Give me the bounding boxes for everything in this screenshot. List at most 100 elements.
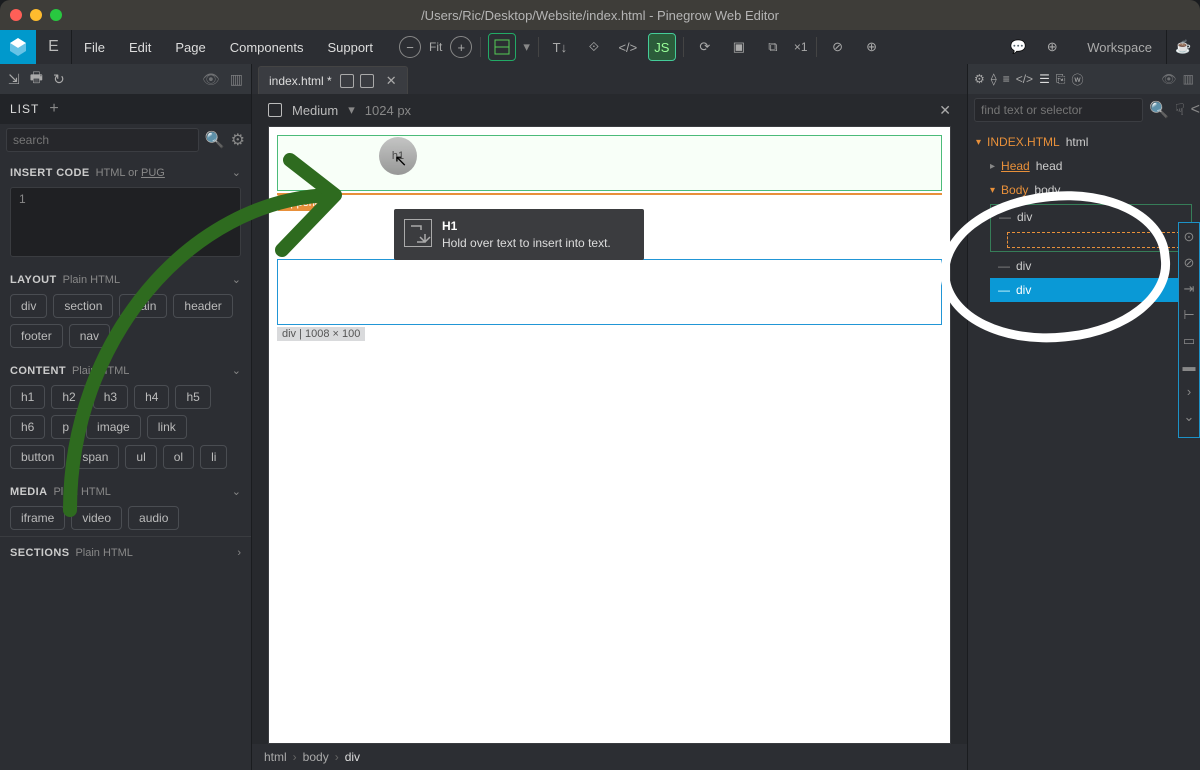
preview-icon[interactable]: ▣ bbox=[726, 34, 752, 60]
zoom-1x[interactable]: ×1 bbox=[794, 40, 808, 54]
close-viewport-icon[interactable]: ✕ bbox=[939, 102, 951, 119]
tag-ul[interactable]: ul bbox=[125, 445, 156, 469]
zoom-in-icon[interactable]: + bbox=[450, 36, 472, 58]
layout-tool-icon[interactable] bbox=[489, 34, 515, 60]
tag-span[interactable]: span bbox=[71, 445, 119, 469]
tag-h3[interactable]: h3 bbox=[93, 385, 128, 409]
globe-icon[interactable]: ⊕ bbox=[859, 34, 885, 60]
chat-icon[interactable]: 💬 bbox=[1005, 34, 1031, 60]
tag-footer[interactable]: footer bbox=[10, 324, 63, 348]
refresh-icon[interactable]: ⟳ bbox=[692, 34, 718, 60]
visibility-off-icon[interactable]: ⊘ bbox=[825, 34, 851, 60]
target-icon[interactable]: ⊙ bbox=[1184, 229, 1195, 245]
tree-div-1[interactable]: div bbox=[1017, 210, 1032, 224]
tag-p[interactable]: p bbox=[51, 415, 80, 439]
hide-icon[interactable]: ⊘ bbox=[1184, 255, 1195, 271]
tag-h1[interactable]: h1 bbox=[10, 385, 45, 409]
traffic-lights[interactable] bbox=[10, 9, 62, 21]
search-icon[interactable]: 🔍 bbox=[205, 130, 225, 150]
selector-tool-icon[interactable]: ☟ bbox=[1175, 100, 1185, 120]
library-search-input[interactable] bbox=[6, 128, 199, 152]
eye-icon[interactable]: 👁 bbox=[202, 71, 220, 88]
panel-layout-icon[interactable]: ▥ bbox=[1183, 72, 1194, 86]
box-bottom-icon[interactable]: ▬ bbox=[1183, 359, 1196, 374]
coffee-icon[interactable]: ☕ bbox=[1166, 30, 1200, 64]
tag-h2[interactable]: h2 bbox=[51, 385, 86, 409]
tree-icon[interactable]: ☰ bbox=[1039, 72, 1050, 86]
filter-icon[interactable]: ⚙ bbox=[231, 130, 245, 150]
tree-div-2[interactable]: — div bbox=[968, 254, 1200, 278]
tag-section[interactable]: section bbox=[53, 294, 113, 318]
zoom-out-icon[interactable]: − bbox=[399, 36, 421, 58]
new-view-icon[interactable]: ⧉ bbox=[760, 34, 786, 60]
device-alt-icon[interactable] bbox=[360, 74, 374, 88]
tag-video[interactable]: video bbox=[71, 506, 122, 530]
crumb-body[interactable]: body bbox=[303, 750, 329, 764]
tree-search-input[interactable] bbox=[974, 98, 1143, 122]
tag-image[interactable]: image bbox=[86, 415, 141, 439]
close-tab-icon[interactable]: ✕ bbox=[386, 73, 397, 89]
pinegrow-logo-icon[interactable] bbox=[0, 30, 36, 64]
tag-h6[interactable]: h6 bbox=[10, 415, 45, 439]
chevron-down-icon[interactable]: ⌄ bbox=[1184, 409, 1195, 425]
chevron-down-icon[interactable]: ⌄ bbox=[232, 273, 241, 286]
magnify-icon[interactable]: ⊕ bbox=[1039, 34, 1065, 60]
chevron-down-icon[interactable]: ⌄ bbox=[232, 166, 241, 179]
tag-audio[interactable]: audio bbox=[128, 506, 179, 530]
edit-mode-icon[interactable]: E bbox=[36, 30, 72, 64]
workspace-button[interactable]: Workspace bbox=[1073, 30, 1166, 64]
chevron-right-icon[interactable]: › bbox=[237, 547, 241, 559]
tag-ol[interactable]: ol bbox=[163, 445, 194, 469]
css-toggle-icon[interactable]: ⟠ bbox=[991, 72, 997, 86]
tag-div[interactable]: div bbox=[10, 294, 47, 318]
menu-support[interactable]: Support bbox=[315, 40, 385, 55]
selected-div-outline[interactable] bbox=[277, 259, 942, 325]
files-icon[interactable]: 🖶 bbox=[30, 67, 43, 91]
tree-div-selected[interactable]: — div 🗑 bbox=[990, 278, 1200, 302]
css-rules-icon[interactable]: ≡ bbox=[1003, 72, 1010, 86]
tree-head[interactable]: ▸ Head head bbox=[968, 154, 1200, 178]
tag-h4[interactable]: h4 bbox=[134, 385, 169, 409]
chevron-down-icon[interactable]: ▾ bbox=[348, 102, 355, 118]
crumb-html[interactable]: html bbox=[264, 750, 287, 764]
tree-root[interactable]: ▾ INDEX.HTML html bbox=[968, 130, 1200, 154]
chevron-down-icon[interactable]: ⌄ bbox=[232, 364, 241, 377]
element-tool-icon[interactable]: ⟐ bbox=[581, 34, 607, 60]
box-top-icon[interactable]: ▭ bbox=[1183, 333, 1195, 349]
chevron-down-icon[interactable]: ⌄ bbox=[232, 485, 241, 498]
chevron-right-icon[interactable]: › bbox=[1187, 384, 1191, 399]
code-icon[interactable]: </> bbox=[1191, 101, 1200, 119]
search-icon[interactable]: 🔍 bbox=[1149, 100, 1169, 120]
align-icon[interactable]: ⊢ bbox=[1183, 307, 1194, 323]
eye-icon[interactable]: 👁 bbox=[1161, 72, 1176, 86]
tag-main[interactable]: main bbox=[119, 294, 167, 318]
tag-nav[interactable]: nav bbox=[69, 324, 110, 348]
menu-file[interactable]: File bbox=[72, 40, 117, 55]
history-icon[interactable]: ↻ bbox=[53, 71, 65, 88]
tab-index-html[interactable]: index.html * ✕ bbox=[258, 66, 408, 94]
menu-page[interactable]: Page bbox=[163, 40, 217, 55]
fit-label[interactable]: Fit bbox=[429, 40, 442, 54]
tag-link[interactable]: link bbox=[147, 415, 187, 439]
pug-link[interactable]: PUG bbox=[141, 167, 165, 179]
tag-button[interactable]: button bbox=[10, 445, 65, 469]
add-icon[interactable]: + bbox=[49, 100, 59, 118]
tag-li[interactable]: li bbox=[200, 445, 227, 469]
panel-layout-icon[interactable]: ▥ bbox=[230, 71, 243, 88]
chevron-down-icon[interactable]: ▾ bbox=[523, 39, 530, 55]
tree-div-dropzone[interactable]: — div bbox=[990, 204, 1192, 252]
minimize-window-icon[interactable] bbox=[30, 9, 42, 21]
tag-iframe[interactable]: iframe bbox=[10, 506, 65, 530]
menu-edit[interactable]: Edit bbox=[117, 40, 163, 55]
move-into-icon[interactable]: ⇥ bbox=[1184, 281, 1195, 297]
text-tool-icon[interactable]: T↓ bbox=[547, 34, 573, 60]
target-div-outline[interactable] bbox=[277, 135, 942, 191]
js-tool-icon[interactable]: JS bbox=[649, 34, 675, 60]
tree-body[interactable]: ▾ Body body bbox=[968, 178, 1200, 202]
css-settings-icon[interactable]: ⚙ bbox=[974, 72, 985, 86]
actions-icon[interactable]: ⎘ bbox=[1056, 72, 1066, 87]
wordpress-icon[interactable]: ⓦ bbox=[1071, 71, 1083, 88]
close-window-icon[interactable] bbox=[10, 9, 22, 21]
viewport-label[interactable]: Medium bbox=[292, 103, 338, 118]
crumb-div[interactable]: div bbox=[345, 750, 360, 764]
